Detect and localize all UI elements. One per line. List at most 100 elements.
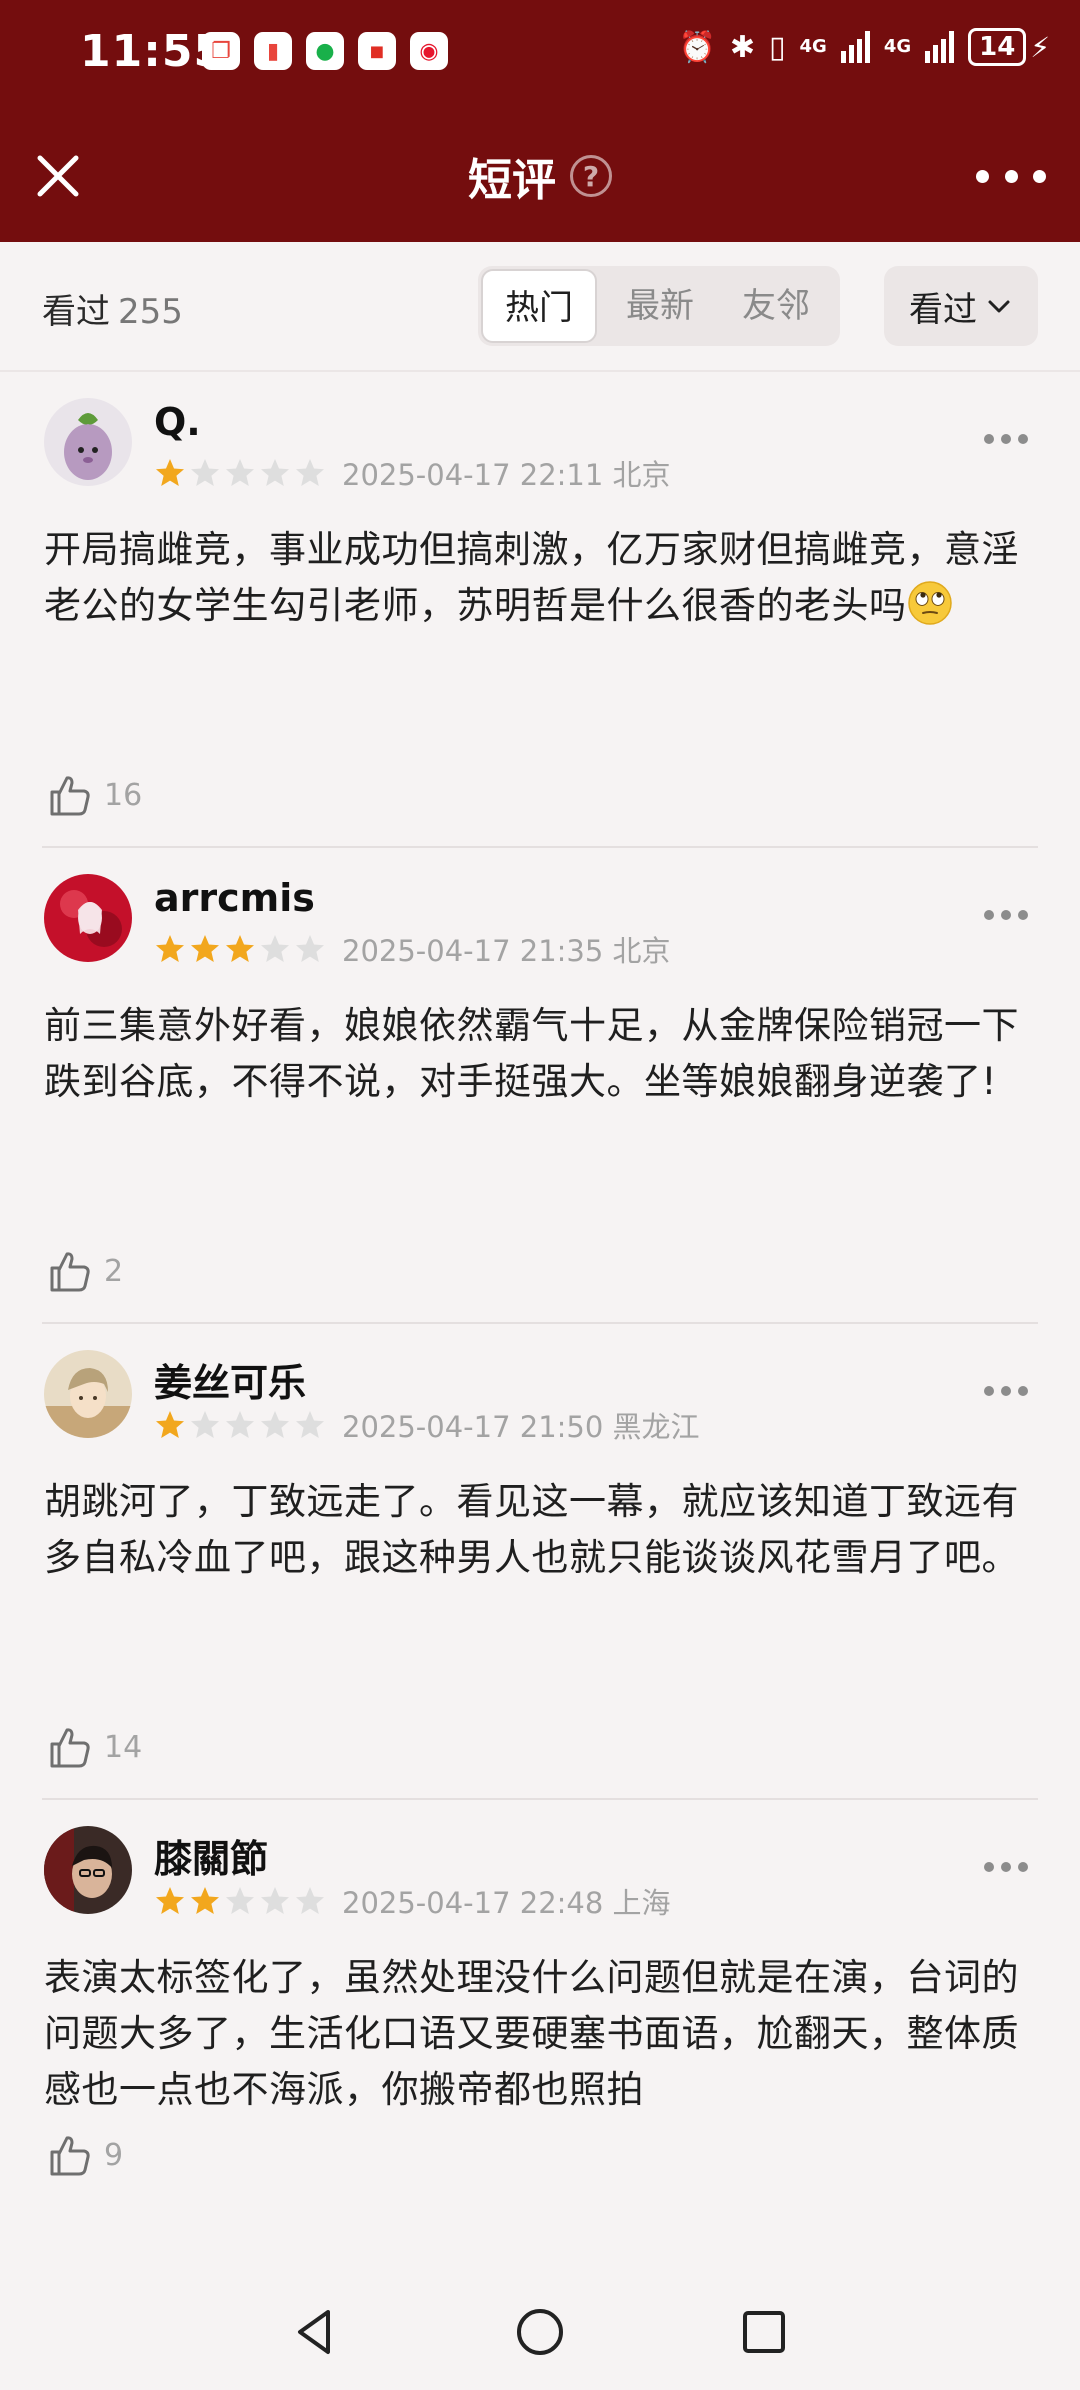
star-empty-icon [261, 459, 289, 486]
username[interactable]: 膝關節 [154, 1828, 268, 1883]
signal-icon [925, 31, 955, 63]
seen-filter-dropdown[interactable]: 看过 [884, 266, 1038, 346]
review-more-button[interactable] [984, 910, 1028, 924]
like-count: 9 [104, 2137, 124, 2173]
tab-hot[interactable]: 热门 [481, 269, 597, 343]
username[interactable]: Q. [154, 400, 201, 444]
star-filled-icon [156, 1411, 184, 1438]
like-button[interactable]: 2 [44, 1246, 123, 1296]
dropdown-label: 看过 [909, 289, 977, 330]
star-filled-icon [191, 935, 219, 962]
star-empty-icon [261, 1411, 289, 1438]
review-text: 开局搞雌竞，事业成功但搞刺激，亿万家财但搞雌竞，意淫老公的女学生勾引老师，苏明哲… [44, 528, 1019, 627]
star-empty-icon [226, 1411, 254, 1438]
tab-latest[interactable]: 最新 [602, 266, 718, 346]
review-list: Q. 2025-04-17 22:11 北京 开局搞雌竞，事业成功但搞刺激，亿万… [0, 372, 1080, 2206]
help-icon[interactable]: ? [570, 155, 612, 197]
avatar[interactable] [44, 398, 132, 486]
anime-avatar-image [44, 874, 132, 962]
more-dot-icon [1033, 169, 1046, 183]
review-text: 表演太标签化了，虽然处理没什么问题但就是在演，台词的问题大多了，生活化口语又要硬… [44, 1956, 1019, 2111]
network-type-2: 4G [883, 36, 912, 57]
back-button[interactable] [286, 2302, 346, 2362]
like-count: 2 [104, 1253, 124, 1289]
thumbs-up-icon [50, 1252, 90, 1292]
like-button[interactable]: 16 [44, 770, 142, 820]
review-meta: 2025-04-17 21:50 黑龙江 [154, 1404, 700, 1446]
star-filled-icon [156, 935, 184, 962]
review-more-button[interactable] [984, 1862, 1028, 1876]
avatar[interactable] [44, 874, 132, 962]
home-button[interactable] [510, 2302, 570, 2362]
system-status: ⏰ ✱ ▯ 4G 4G 14 ⚡ [678, 28, 1050, 66]
eye-roll-emoji-icon [907, 581, 952, 625]
star-filled-icon [156, 1887, 184, 1914]
username[interactable]: arrcmis [154, 876, 315, 920]
sort-tabs: 热门 最新 友邻 [478, 266, 840, 346]
review-text: 胡跳河了，丁致远走了。看见这一幕，就应该知道丁致远有多自私冷血了吧，跟这种男人也… [44, 1480, 1019, 1579]
tab-friends[interactable]: 友邻 [718, 266, 834, 346]
review-datetime: 2025-04-17 22:11 北京 [342, 458, 671, 492]
seen-count: 看过 255 [42, 284, 183, 333]
recents-button[interactable] [734, 2302, 794, 2362]
person-photo-avatar-image [44, 1826, 132, 1914]
app-notification-icon: ❐ [202, 32, 240, 70]
alarm-icon: ⏰ [678, 29, 716, 65]
wechat-icon: ● [306, 32, 344, 70]
seen-number: 255 [118, 292, 183, 332]
review-text: 前三集意外好看，娘娘依然霸气十足，从金牌保险销冠一下跌到谷底，不得不说，对手挺强… [44, 1004, 1019, 1103]
eggplant-avatar-image [44, 398, 132, 486]
review-datetime: 2025-04-17 21:50 黑龙江 [342, 1410, 700, 1444]
home-circle-icon [517, 2309, 563, 2355]
review-more-button[interactable] [984, 1386, 1028, 1400]
review-datetime: 2025-04-17 21:35 北京 [342, 934, 671, 968]
review-more-button[interactable] [984, 434, 1028, 448]
star-rating [154, 457, 326, 489]
review-content: 胡跳河了，丁致远走了。看见这一幕，就应该知道丁致远有多自私冷血了吧，跟这种男人也… [44, 1474, 1034, 1586]
star-empty-icon [296, 459, 324, 486]
filter-bar: 看过 255 热门 最新 友邻 看过 [0, 242, 1080, 372]
thumbs-up-icon [50, 1728, 90, 1768]
battery-level: 14 [968, 28, 1027, 66]
pinduoduo-icon: ◼ [358, 32, 396, 70]
weibo-icon: ◉ [410, 32, 448, 70]
review-content: 前三集意外好看，娘娘依然霸气十足，从金牌保险销冠一下跌到谷底，不得不说，对手挺强… [44, 998, 1034, 1110]
network-type-1: 4G [799, 36, 827, 57]
like-button[interactable]: 9 [44, 2130, 123, 2180]
review-item: arrcmis 2025-04-17 21:35 北京 前三集意外好看，娘娘依然… [42, 848, 1038, 1324]
bluetooth-icon: ✱ [729, 29, 755, 65]
back-triangle-icon [298, 2310, 330, 2354]
review-content: 表演太标签化了，虽然处理没什么问题但就是在演，台词的问题大多了，生活化口语又要硬… [44, 1950, 1034, 2118]
recents-square-icon [743, 2311, 785, 2353]
star-empty-icon [191, 1411, 219, 1438]
review-content: 开局搞雌竞，事业成功但搞刺激，亿万家财但搞雌竞，意淫老公的女学生勾引老师，苏明哲… [44, 522, 1034, 634]
avatar[interactable] [44, 1826, 132, 1914]
title-bar: 短评 ? [0, 108, 1080, 242]
app-notification-icon: ▮ [254, 32, 292, 70]
thumbs-up-icon [50, 776, 90, 816]
star-empty-icon [226, 1887, 254, 1914]
username[interactable]: 姜丝可乐 [154, 1352, 306, 1407]
star-filled-icon [156, 459, 184, 486]
battery-indicator: 14 ⚡ [968, 28, 1050, 66]
more-options-button[interactable] [976, 148, 1046, 204]
status-bar: 11:55 ❐ ▮ ● ◼ ◉ ⏰ ✱ ▯ 4G 4G 14 ⚡ [0, 0, 1080, 108]
review-meta: 2025-04-17 22:48 上海 [154, 1880, 671, 1922]
star-empty-icon [296, 935, 324, 962]
review-meta: 2025-04-17 21:35 北京 [154, 928, 671, 970]
seen-label: 看过 [42, 292, 110, 332]
page-title: 短评 [468, 155, 556, 206]
review-meta: 2025-04-17 22:11 北京 [154, 452, 671, 494]
thumbs-up-icon [50, 2136, 90, 2176]
star-empty-icon [261, 935, 289, 962]
like-count: 14 [104, 1729, 143, 1765]
anime-character-avatar-image [44, 1350, 132, 1438]
vibrate-icon: ▯ [769, 29, 786, 65]
charging-icon: ⚡ [1030, 30, 1050, 64]
star-empty-icon [296, 1887, 324, 1914]
more-dot-icon [976, 169, 989, 183]
star-filled-icon [226, 935, 254, 962]
avatar[interactable] [44, 1350, 132, 1438]
like-button[interactable]: 14 [44, 1722, 142, 1772]
signal-icon [840, 31, 870, 63]
